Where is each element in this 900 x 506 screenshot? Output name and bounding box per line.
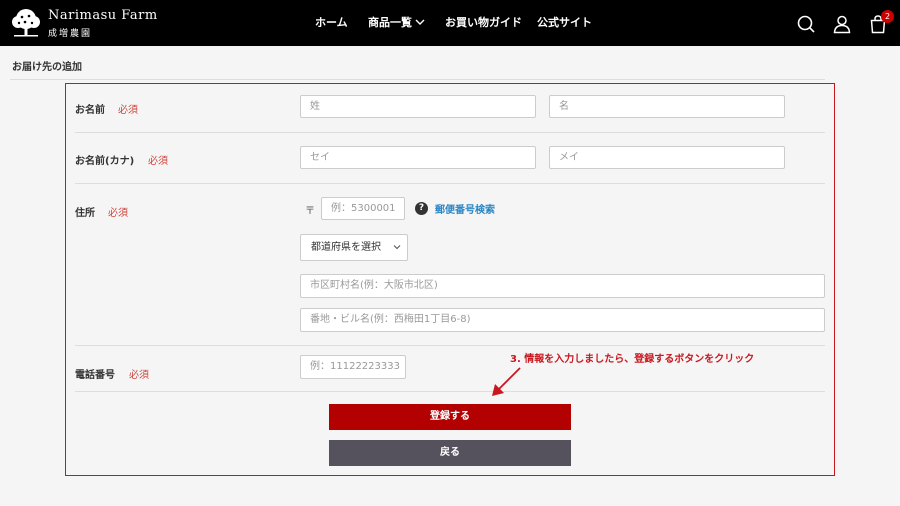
title-divider xyxy=(10,79,825,80)
required-badge: 必須 xyxy=(148,156,168,167)
street-input[interactable]: 番地・ビル名(例：西梅田1丁目6-8) xyxy=(300,308,825,332)
first-name-kana-input[interactable]: メイ xyxy=(549,146,785,169)
instruction-annotation: 3. 情報を入力しましたら、登録するボタンをクリック xyxy=(510,354,755,365)
page-title: お届け先の追加 xyxy=(12,62,82,73)
postal-code-input[interactable]: 例：5300001 xyxy=(321,197,405,220)
postal-mark: 〒 xyxy=(305,206,315,217)
address-label: 住所 xyxy=(75,208,95,219)
user-icon[interactable] xyxy=(832,14,852,34)
nav-home[interactable]: ホーム xyxy=(315,0,348,46)
phone-label: 電話番号 xyxy=(75,370,115,381)
kana-label: お名前(カナ) xyxy=(75,156,135,167)
site-header: Narimasu Farm 成増農園 ホーム 商品一覧 お買い物ガイド 公式サイ… xyxy=(0,0,900,46)
last-name-input[interactable]: 姓 xyxy=(300,95,536,118)
last-name-kana-input[interactable]: セイ xyxy=(300,146,536,169)
name-label: お名前 xyxy=(75,105,105,116)
annotation-arrow-icon xyxy=(492,367,521,396)
cart-count-badge: 2 xyxy=(881,10,894,23)
brand-name[interactable]: Narimasu Farm xyxy=(48,9,158,23)
back-button[interactable]: 戻る xyxy=(329,440,571,466)
chevron-down-icon[interactable] xyxy=(414,16,426,28)
required-badge: 必須 xyxy=(129,370,149,381)
prefecture-select[interactable]: 都道府県を選択 xyxy=(300,234,408,261)
brand-subtitle: 成増農園 xyxy=(48,29,93,39)
prefecture-select-value: 都道府県を選択 xyxy=(311,242,381,253)
nav-official-site[interactable]: 公式サイト xyxy=(537,0,592,46)
required-badge: 必須 xyxy=(118,105,138,116)
required-badge: 必須 xyxy=(108,208,128,219)
row-divider xyxy=(75,391,825,392)
zip-search-link[interactable]: 郵便番号検索 xyxy=(435,201,495,216)
phone-input[interactable]: 例：11122223333 xyxy=(300,355,406,379)
city-input[interactable]: 市区町村名(例：大阪市北区) xyxy=(300,274,825,298)
row-divider xyxy=(75,183,825,184)
row-divider xyxy=(75,345,825,346)
chevron-down-icon xyxy=(393,245,401,250)
search-icon[interactable] xyxy=(796,14,816,34)
nav-shopping-guide[interactable]: お買い物ガイド xyxy=(445,0,522,46)
question-help-icon[interactable]: ? xyxy=(415,202,428,215)
first-name-input[interactable]: 名 xyxy=(549,95,785,118)
register-button[interactable]: 登録する xyxy=(329,404,571,430)
tree-logo-icon[interactable] xyxy=(10,8,42,38)
row-divider xyxy=(75,132,825,133)
nav-products[interactable]: 商品一覧 xyxy=(368,0,412,46)
